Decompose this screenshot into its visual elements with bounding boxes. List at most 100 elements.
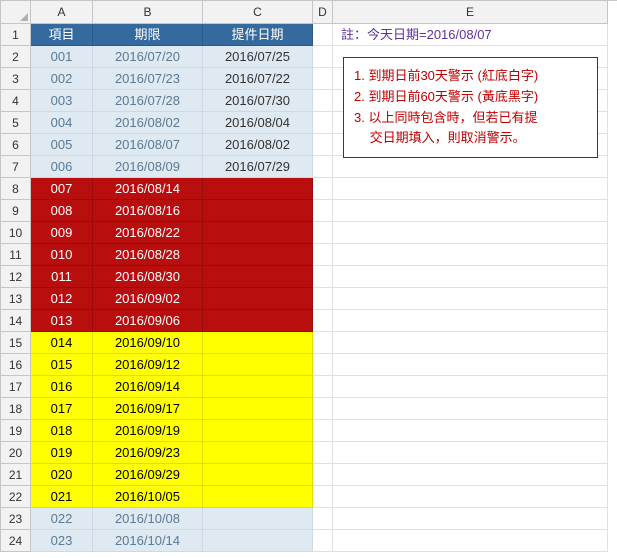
cell-c-10[interactable]: [203, 222, 313, 244]
cell-d-21[interactable]: [313, 464, 333, 486]
cell-a-7[interactable]: 006: [31, 156, 93, 178]
cell-a-12[interactable]: 011: [31, 266, 93, 288]
cell-c-5[interactable]: 2016/08/04: [203, 112, 313, 134]
cell-d-7[interactable]: [313, 156, 333, 178]
row-header-21[interactable]: 21: [1, 464, 31, 486]
row-header-7[interactable]: 7: [1, 156, 31, 178]
row-header-20[interactable]: 20: [1, 442, 31, 464]
cell-b-17[interactable]: 2016/09/14: [93, 376, 203, 398]
cell-b-13[interactable]: 2016/09/02: [93, 288, 203, 310]
cell-d-24[interactable]: [313, 530, 333, 552]
cell-c-15[interactable]: [203, 332, 313, 354]
cell-c-22[interactable]: [203, 486, 313, 508]
row-header-6[interactable]: 6: [1, 134, 31, 156]
cell-a-9[interactable]: 008: [31, 200, 93, 222]
cell-e-20[interactable]: [333, 442, 608, 464]
cell-e-15[interactable]: [333, 332, 608, 354]
row-header-24[interactable]: 24: [1, 530, 31, 552]
cell-e-16[interactable]: [333, 354, 608, 376]
col-header-A[interactable]: A: [31, 1, 93, 24]
cell-b-9[interactable]: 2016/08/16: [93, 200, 203, 222]
cell-e-23[interactable]: [333, 508, 608, 530]
cell-a-24[interactable]: 023: [31, 530, 93, 552]
cell-b-15[interactable]: 2016/09/10: [93, 332, 203, 354]
cell-c-8[interactable]: [203, 178, 313, 200]
cell-d-15[interactable]: [313, 332, 333, 354]
cell-b-2[interactable]: 2016/07/20: [93, 46, 203, 68]
cell-e-12[interactable]: [333, 266, 608, 288]
cell-c-24[interactable]: [203, 530, 313, 552]
col-header-D[interactable]: D: [313, 1, 333, 24]
row-header-2[interactable]: 2: [1, 46, 31, 68]
col-header-E[interactable]: E: [333, 1, 608, 24]
cell-e-19[interactable]: [333, 420, 608, 442]
cell-a-23[interactable]: 022: [31, 508, 93, 530]
cell-c-18[interactable]: [203, 398, 313, 420]
cell-a-13[interactable]: 012: [31, 288, 93, 310]
row-header-3[interactable]: 3: [1, 68, 31, 90]
cell-e-10[interactable]: [333, 222, 608, 244]
cell-c-6[interactable]: 2016/08/02: [203, 134, 313, 156]
cell-a-14[interactable]: 013: [31, 310, 93, 332]
cell-d-9[interactable]: [313, 200, 333, 222]
cell-c-11[interactable]: [203, 244, 313, 266]
row-header-9[interactable]: 9: [1, 200, 31, 222]
row-header-18[interactable]: 18: [1, 398, 31, 420]
cell-d-20[interactable]: [313, 442, 333, 464]
row-header-12[interactable]: 12: [1, 266, 31, 288]
cell-c-23[interactable]: [203, 508, 313, 530]
cell-b-20[interactable]: 2016/09/23: [93, 442, 203, 464]
cell-e-7[interactable]: [333, 156, 608, 178]
cell-c-16[interactable]: [203, 354, 313, 376]
cell-d-6[interactable]: [313, 134, 333, 156]
cell-b-14[interactable]: 2016/09/06: [93, 310, 203, 332]
row-header-1[interactable]: 1: [1, 24, 31, 46]
row-header-16[interactable]: 16: [1, 354, 31, 376]
cell-b-22[interactable]: 2016/10/05: [93, 486, 203, 508]
cell-b-6[interactable]: 2016/08/07: [93, 134, 203, 156]
cell-b-12[interactable]: 2016/08/30: [93, 266, 203, 288]
cell-d-22[interactable]: [313, 486, 333, 508]
cell-a-6[interactable]: 005: [31, 134, 93, 156]
cell-b-5[interactable]: 2016/08/02: [93, 112, 203, 134]
cell-c-4[interactable]: 2016/07/30: [203, 90, 313, 112]
cell-d-8[interactable]: [313, 178, 333, 200]
cell-a-20[interactable]: 019: [31, 442, 93, 464]
cell-e-9[interactable]: [333, 200, 608, 222]
cell-c-2[interactable]: 2016/07/25: [203, 46, 313, 68]
cell-e-21[interactable]: [333, 464, 608, 486]
col-header-B[interactable]: B: [93, 1, 203, 24]
row-header-17[interactable]: 17: [1, 376, 31, 398]
cell-b-10[interactable]: 2016/08/22: [93, 222, 203, 244]
cell-b-16[interactable]: 2016/09/12: [93, 354, 203, 376]
cell-a-19[interactable]: 018: [31, 420, 93, 442]
select-all-corner[interactable]: [1, 1, 31, 24]
cell-d-3[interactable]: [313, 68, 333, 90]
cell-d-19[interactable]: [313, 420, 333, 442]
cell-e-18[interactable]: [333, 398, 608, 420]
row-header-10[interactable]: 10: [1, 222, 31, 244]
cell-c-9[interactable]: [203, 200, 313, 222]
cell-c-13[interactable]: [203, 288, 313, 310]
cell-d-17[interactable]: [313, 376, 333, 398]
cell-d-12[interactable]: [313, 266, 333, 288]
cell-d-2[interactable]: [313, 46, 333, 68]
cell-a-3[interactable]: 002: [31, 68, 93, 90]
row-header-8[interactable]: 8: [1, 178, 31, 200]
row-header-11[interactable]: 11: [1, 244, 31, 266]
cell-c-17[interactable]: [203, 376, 313, 398]
cell-e-24[interactable]: [333, 530, 608, 552]
row-header-14[interactable]: 14: [1, 310, 31, 332]
cell-a-10[interactable]: 009: [31, 222, 93, 244]
cell-d-16[interactable]: [313, 354, 333, 376]
cell-e-22[interactable]: [333, 486, 608, 508]
row-header-5[interactable]: 5: [1, 112, 31, 134]
cell-a-18[interactable]: 017: [31, 398, 93, 420]
cell-d-11[interactable]: [313, 244, 333, 266]
row-header-23[interactable]: 23: [1, 508, 31, 530]
cell-c-21[interactable]: [203, 464, 313, 486]
row-header-15[interactable]: 15: [1, 332, 31, 354]
cell-d-4[interactable]: [313, 90, 333, 112]
cell-c-7[interactable]: 2016/07/29: [203, 156, 313, 178]
cell-e-11[interactable]: [333, 244, 608, 266]
